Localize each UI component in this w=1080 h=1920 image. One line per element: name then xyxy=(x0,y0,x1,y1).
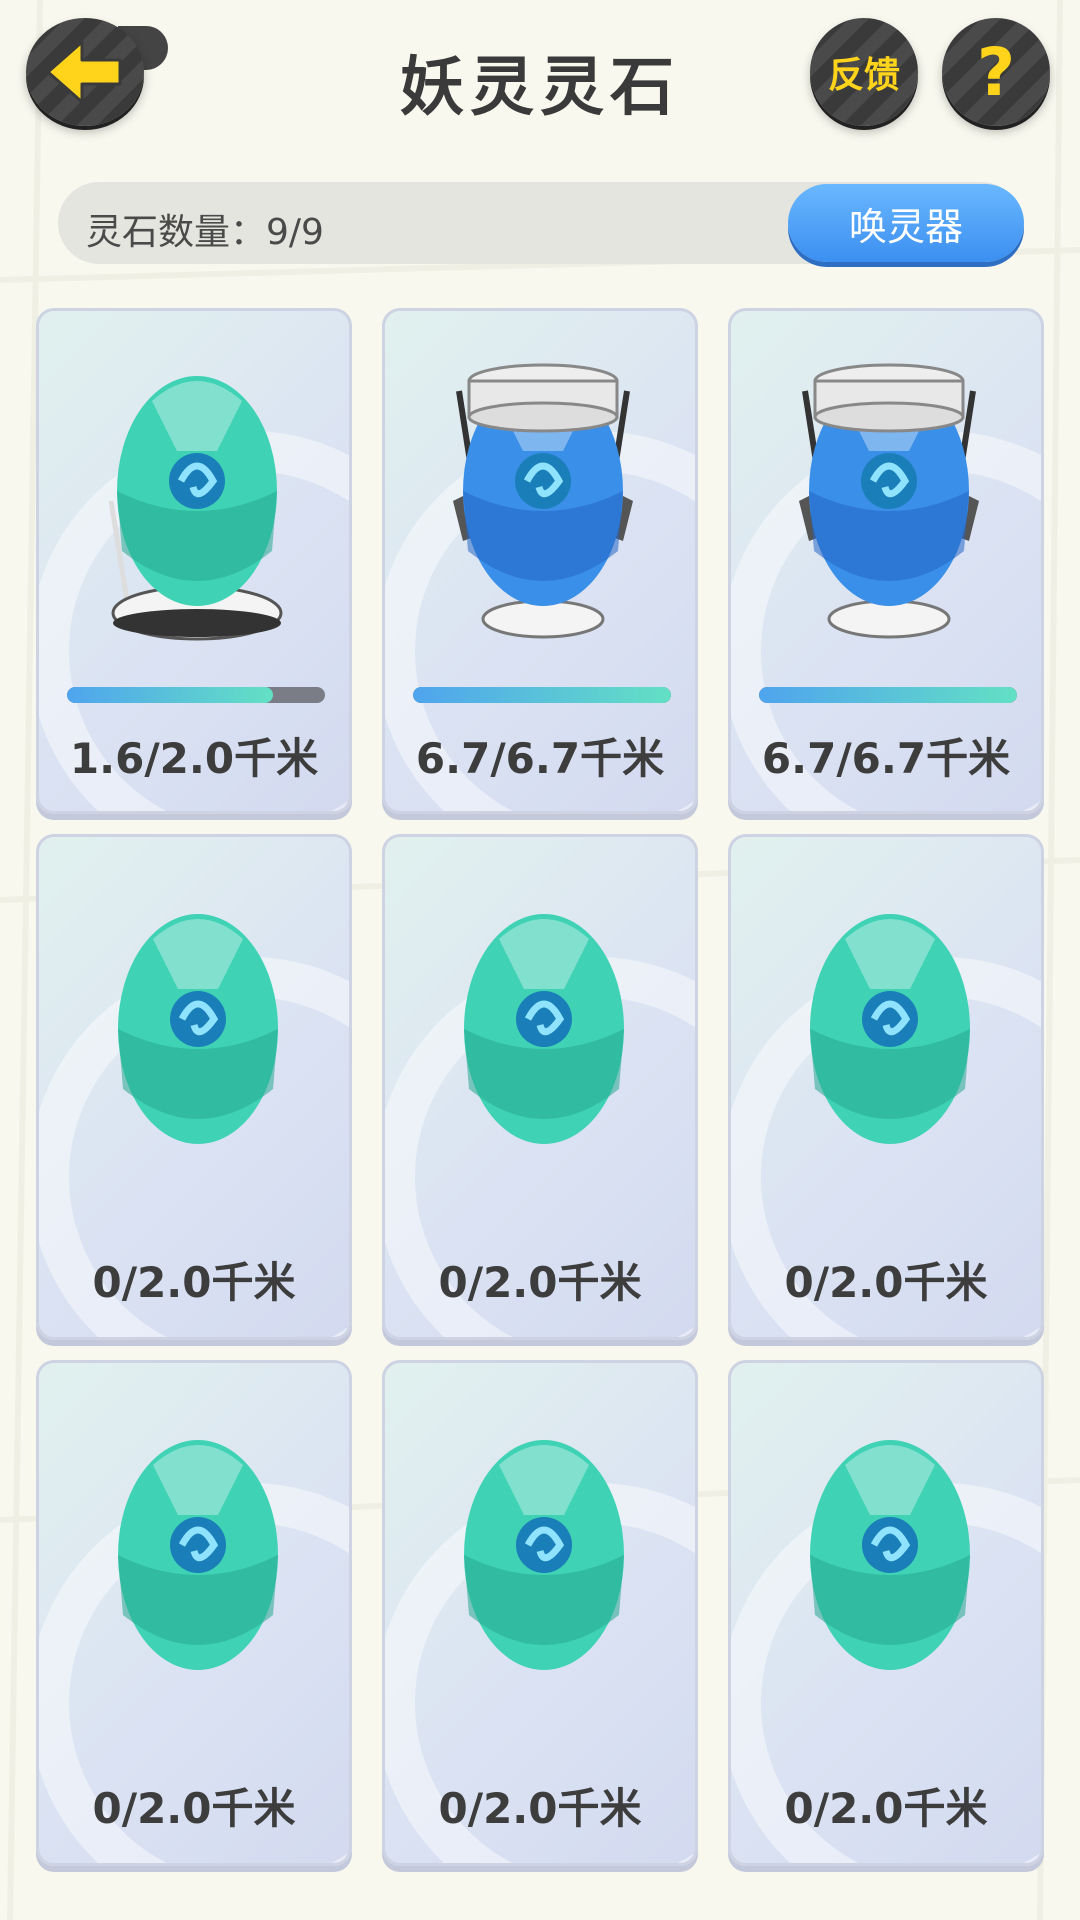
stone-distance-label: 6.7/6.7千米 xyxy=(415,734,665,783)
stone-distance-label: 1.6/2.0千米 xyxy=(69,734,319,783)
incubation-progress-bar xyxy=(759,687,1017,703)
stone-card[interactable]: 6.7/6.7千米 xyxy=(728,308,1044,814)
incubation-progress-bar xyxy=(413,687,671,703)
advanced-incubator-icon xyxy=(799,363,979,639)
stone-grid: 1.6/2.0千米 6.7/6.7千米 6.7/6.7千米 0/2.0千米 0/2.0千… xyxy=(36,308,1044,1866)
stone-distance-label: 0/2.0千米 xyxy=(438,1258,642,1307)
stone-distance-label: 6.7/6.7千米 xyxy=(761,734,1011,783)
feedback-button[interactable]: 反馈 xyxy=(810,18,918,126)
spirit-stone-icon xyxy=(118,1440,278,1670)
advanced-incubator-icon xyxy=(453,363,633,639)
incubation-progress-fill xyxy=(413,687,671,703)
stone-card[interactable]: 0/2.0千米 xyxy=(36,834,352,1340)
page-title: 妖灵灵石 xyxy=(400,51,680,125)
help-button[interactable]: ? xyxy=(942,18,1050,126)
incubation-progress-bar xyxy=(67,687,325,703)
stone-card[interactable]: 0/2.0千米 xyxy=(382,834,698,1340)
stone-card[interactable]: 1.6/2.0千米 xyxy=(36,308,352,814)
incubation-progress-fill xyxy=(759,687,1017,703)
stone-distance-label: 0/2.0千米 xyxy=(784,1784,988,1833)
stone-distance-label: 0/2.0千米 xyxy=(784,1258,988,1307)
spirit-stone-icon xyxy=(810,1440,970,1670)
stone-card[interactable]: 0/2.0千米 xyxy=(382,1360,698,1866)
stone-distance-label: 0/2.0千米 xyxy=(92,1784,296,1833)
summon-device-button[interactable]: 唤灵器 xyxy=(788,184,1024,262)
stone-distance-label: 0/2.0千米 xyxy=(92,1258,296,1307)
stone-card[interactable]: 0/2.0千米 xyxy=(36,1360,352,1866)
spirit-stone-icon xyxy=(118,914,278,1144)
basic-incubator-icon xyxy=(108,376,283,641)
incubation-progress-fill xyxy=(67,687,274,703)
stone-card[interactable]: 6.7/6.7千米 xyxy=(382,308,698,814)
spirit-stone-icon xyxy=(810,914,970,1144)
stone-count-label: 灵石数量：9/9 xyxy=(86,212,324,253)
spirit-stone-icon xyxy=(464,914,624,1144)
stone-distance-label: 0/2.0千米 xyxy=(438,1784,642,1833)
stone-card[interactable]: 0/2.0千米 xyxy=(728,834,1044,1340)
stone-card[interactable]: 0/2.0千米 xyxy=(728,1360,1044,1866)
spirit-stone-icon xyxy=(464,1440,624,1670)
